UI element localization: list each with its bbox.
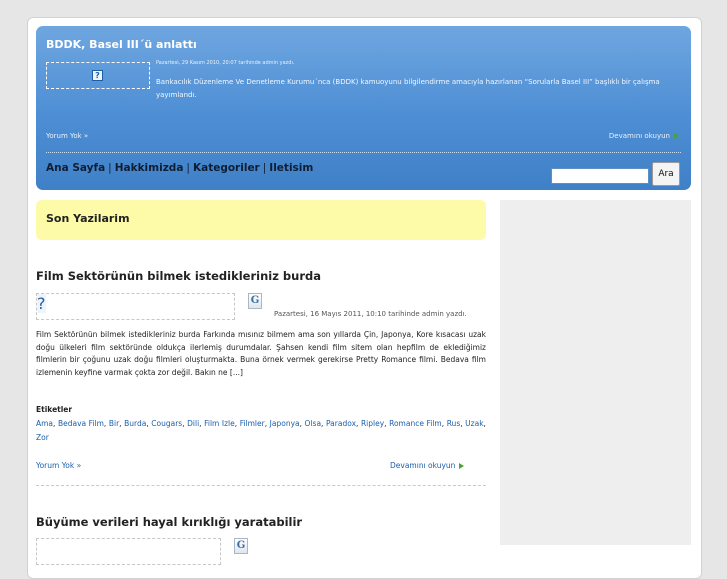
search-button[interactable]: Ara — [652, 162, 680, 186]
tag-link[interactable]: Bir — [109, 419, 119, 428]
search-input[interactable] — [551, 168, 649, 184]
nav-item-home[interactable]: Ana Sayfa — [46, 162, 105, 174]
nav-separator: | — [108, 162, 112, 174]
nav-separator: | — [262, 162, 267, 174]
tag-link[interactable]: Romance Film — [389, 419, 442, 428]
tag-link[interactable]: Filmler — [240, 419, 265, 428]
post-image-placeholder[interactable]: ? — [36, 293, 235, 320]
tag-link[interactable]: Uzak — [465, 419, 483, 428]
post-image-placeholder[interactable] — [36, 538, 221, 565]
tag-link[interactable]: Bedava Film — [58, 419, 104, 428]
main-nav: Ana Sayfa | Hakkimizda | Kategoriler | Iletisi… — [46, 162, 313, 174]
featured-post-title[interactable]: BDDK, Basel III´ü anlattı — [46, 38, 197, 51]
post-title[interactable]: Film Sektörünün bilmek istedikleriniz bu… — [36, 269, 321, 283]
tag-link[interactable]: Rus — [447, 419, 461, 428]
post-read-more-link[interactable]: Devamını okuyun — [390, 461, 465, 470]
tag-link[interactable]: Japonya — [270, 419, 300, 428]
tag-link[interactable]: Dili — [187, 419, 199, 428]
tag-link[interactable]: Ama — [36, 419, 53, 428]
recent-posts-box: Son Yazilarim — [36, 200, 486, 240]
featured-post-excerpt: Bankacılık Düzenleme Ve Denetleme Kurumu… — [156, 78, 660, 99]
read-more-label: Devamını okuyun — [390, 461, 456, 470]
tag-link[interactable]: Film Izle — [204, 419, 235, 428]
tag-list: Ama, Bedava Film, Bir, Burda, Cougars, D… — [36, 419, 486, 442]
post-title[interactable]: Büyüme verileri hayal kırıklığı yaratabi… — [36, 515, 302, 529]
sidebar — [500, 200, 691, 545]
arrow-right-icon — [674, 133, 679, 139]
header-divider — [46, 152, 681, 153]
featured-image-placeholder[interactable]: ? — [46, 62, 150, 89]
read-more-label: Devamını okuyun — [608, 132, 670, 140]
tags-label: Etiketler — [36, 405, 73, 414]
tag-link[interactable]: Burda — [124, 419, 146, 428]
nav-item-about[interactable]: Hakkimizda — [115, 162, 184, 174]
tag-link[interactable]: Paradox — [326, 419, 356, 428]
tag-link[interactable]: Ripley — [361, 419, 384, 428]
broken-image-icon: ? — [37, 294, 46, 313]
featured-read-more-link[interactable]: Devamını okuyun — [609, 132, 679, 140]
tag-link[interactable]: Cougars — [151, 419, 182, 428]
post-date: Pazartesi, 16 Mayıs 2011, 10:10 tarihind… — [274, 310, 467, 318]
featured-comments-link[interactable]: Yorum Yok » — [46, 132, 88, 140]
post-comments-link[interactable]: Yorum Yok » — [36, 461, 81, 470]
broken-image-icon: ? — [92, 69, 103, 81]
google-bookmark-icon[interactable]: G — [234, 538, 248, 554]
post-excerpt: Film Sektörünün bilmek istedikleriniz bu… — [36, 330, 486, 377]
nav-separator: | — [186, 162, 190, 174]
tag-link[interactable]: Olsa — [305, 419, 322, 428]
post-divider — [36, 485, 486, 486]
featured-header: BDDK, Basel III´ü anlattı ? Pazartesi, 2… — [36, 26, 691, 190]
featured-post-meta: Pazartesi, 29 Kasım 2010, 20:07 tarihind… — [156, 60, 295, 66]
nav-item-categories[interactable]: Kategoriler — [193, 162, 260, 174]
google-bookmark-icon[interactable]: G — [248, 293, 262, 309]
arrow-right-icon — [459, 463, 465, 469]
tag-link[interactable]: Zor — [36, 433, 49, 442]
nav-item-contact[interactable]: Iletisim — [269, 162, 313, 174]
recent-posts-title: Son Yazilarim — [46, 212, 130, 225]
